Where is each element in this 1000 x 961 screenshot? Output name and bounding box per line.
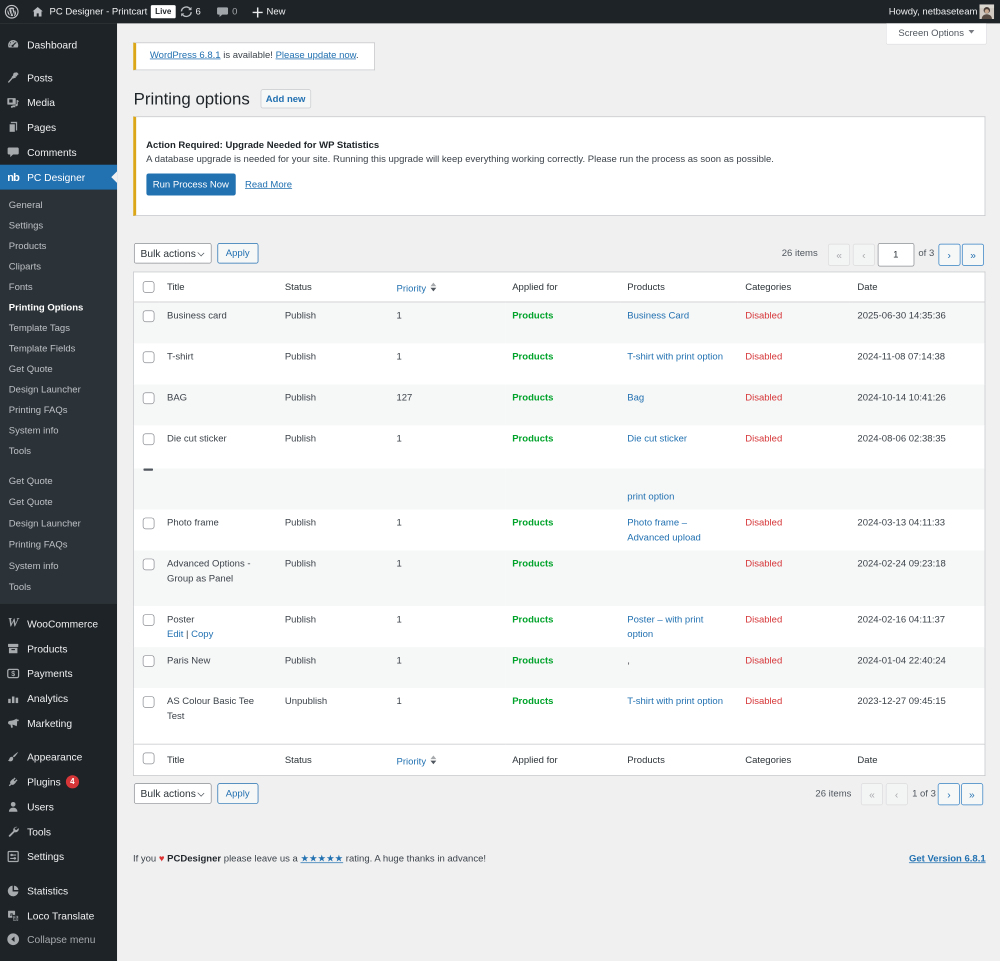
svg-text:あ: あ xyxy=(13,915,18,922)
svg-text:$: $ xyxy=(11,671,15,678)
